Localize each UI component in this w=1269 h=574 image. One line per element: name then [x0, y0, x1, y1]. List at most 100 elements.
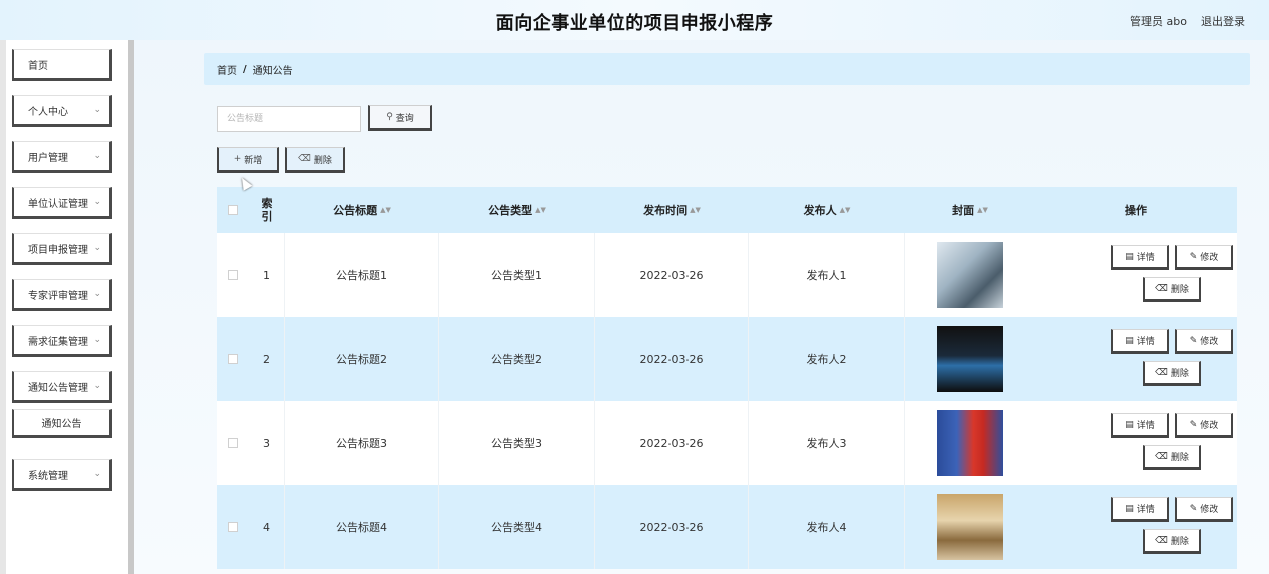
col-title[interactable]: 公告标题 ▲▼	[285, 187, 439, 233]
trash-icon: ⌫	[1155, 451, 1168, 462]
row-title: 公告标题2	[285, 317, 439, 401]
row-time: 2022-03-26	[595, 401, 749, 485]
sidebar-item-user-management[interactable]: 用户管理 ⌄	[12, 141, 112, 173]
row-checkbox[interactable]	[217, 233, 249, 317]
table-header: 索引 公告标题 ▲▼ 公告类型 ▲▼ 发布时间 ▲▼ 发布人 ▲▼ 封面 ▲▼	[217, 187, 1237, 233]
notice-table: 索引 公告标题 ▲▼ 公告类型 ▲▼ 发布时间 ▲▼ 发布人 ▲▼ 封面 ▲▼	[217, 187, 1237, 569]
detail-button[interactable]: ▤ 详情	[1111, 245, 1169, 270]
sidebar-item-label: 通知公告	[41, 419, 82, 430]
detail-button[interactable]: ▤ 详情	[1111, 413, 1169, 438]
edit-button[interactable]: ✎ 修改	[1175, 245, 1233, 270]
detail-label: 详情	[1136, 505, 1155, 515]
sidebar-item-expert-review[interactable]: 专家评审管理 ⌄	[12, 279, 112, 311]
trash-icon: ⌫	[1155, 283, 1168, 294]
logout-link[interactable]: 退出登录	[1201, 13, 1245, 29]
sidebar-item-home[interactable]: 首页	[12, 49, 112, 81]
sidebar-item-unit-auth[interactable]: 单位认证管理 ⌄	[12, 187, 112, 219]
breadcrumb-home[interactable]: 首页	[217, 62, 237, 77]
sidebar-item-project-apply[interactable]: 项目申报管理 ⌄	[12, 233, 112, 265]
row-type: 公告类型3	[439, 401, 595, 485]
document-icon: ▤	[1125, 503, 1134, 514]
batch-delete-button[interactable]: ⌫ 删除	[285, 147, 345, 173]
row-title: 公告标题4	[285, 485, 439, 569]
delete-button[interactable]: ⌫ 删除	[1143, 445, 1201, 470]
sidebar-item-system-management[interactable]: 系统管理 ⌄	[12, 459, 112, 491]
document-icon: ▤	[1125, 251, 1134, 262]
sidebar-item-demand-collect[interactable]: 需求征集管理 ⌄	[12, 325, 112, 357]
delete-button[interactable]: ⌫ 删除	[1143, 277, 1201, 302]
col-type[interactable]: 公告类型 ▲▼	[439, 187, 595, 233]
document-icon: ▤	[1125, 335, 1134, 346]
delete-label: 删除	[1170, 537, 1189, 547]
row-author: 发布人4	[749, 485, 905, 569]
edit-button[interactable]: ✎ 修改	[1175, 413, 1233, 438]
sort-icon: ▲▼	[839, 206, 851, 214]
row-checkbox[interactable]	[217, 317, 249, 401]
table-row: 1 公告标题1 公告类型1 2022-03-26 发布人1 ▤ 详情 ✎ 修改 ⌫ 删…	[217, 233, 1237, 317]
select-all-checkbox[interactable]	[217, 187, 249, 233]
row-ops: ▤ 详情 ✎ 修改 ⌫ 删除	[1035, 317, 1237, 401]
detail-button[interactable]: ▤ 详情	[1111, 497, 1169, 522]
pencil-icon: ✎	[1189, 251, 1198, 262]
delete-button[interactable]: ⌫ 删除	[1143, 529, 1201, 554]
edit-button[interactable]: ✎ 修改	[1175, 329, 1233, 354]
sidebar-item-personal-center[interactable]: 个人中心 ⌄	[12, 95, 112, 127]
add-button[interactable]: + 新增	[217, 147, 279, 173]
delete-button[interactable]: ⌫ 删除	[1143, 361, 1201, 386]
app-title: 面向企事业单位的项目申报小程序	[495, 13, 774, 34]
edit-button[interactable]: ✎ 修改	[1175, 497, 1233, 522]
chevron-down-icon: ⌄	[93, 335, 101, 345]
edit-label: 修改	[1200, 421, 1219, 431]
chevron-down-icon: ⌄	[93, 243, 101, 253]
top-header: 面向企事业单位的项目申报小程序 管理员 abo 退出登录	[0, 0, 1269, 40]
row-checkbox[interactable]	[217, 485, 249, 569]
breadcrumb-separator: /	[243, 63, 247, 75]
sidebar-item-notice-management[interactable]: 通知公告管理 ⌄	[12, 371, 112, 403]
row-time: 2022-03-26	[595, 233, 749, 317]
row-author: 发布人1	[749, 233, 905, 317]
row-time: 2022-03-26	[595, 317, 749, 401]
col-cover[interactable]: 封面 ▲▼	[905, 187, 1035, 233]
cover-image[interactable]	[937, 242, 1003, 308]
sidebar-item-label: 专家评审管理	[28, 290, 88, 302]
sort-icon: ▲▼	[535, 206, 546, 214]
search-button[interactable]: ⚲ 查询	[368, 105, 432, 131]
trash-icon: ⌫	[1155, 535, 1168, 546]
row-author: 发布人2	[749, 317, 905, 401]
row-checkbox[interactable]	[217, 401, 249, 485]
row-index: 3	[249, 401, 285, 485]
sort-icon: ▲▼	[380, 206, 391, 214]
row-author: 发布人3	[749, 401, 905, 485]
chevron-down-icon: ⌄	[93, 469, 101, 479]
col-ops: 操作	[1035, 187, 1237, 233]
table-row: 4 公告标题4 公告类型4 2022-03-26 发布人4 ▤ 详情 ✎ 修改 ⌫ 删…	[217, 485, 1237, 569]
row-index: 2	[249, 317, 285, 401]
cover-image[interactable]	[937, 494, 1003, 560]
sidebar-item-label: 单位认证管理	[28, 198, 88, 210]
search-input[interactable]	[217, 106, 361, 132]
breadcrumb-current: 通知公告	[252, 65, 293, 77]
delete-button-label: 删除	[313, 155, 332, 166]
row-title: 公告标题3	[285, 401, 439, 485]
current-user: 管理员 abo	[1130, 15, 1187, 28]
sidebar: 首页 个人中心 ⌄ 用户管理 ⌄ 单位认证管理 ⌄ 项目申报管理 ⌄ 专家评审管…	[0, 40, 134, 574]
table-row: 3 公告标题3 公告类型3 2022-03-26 发布人3 ▤ 详情 ✎ 修改 ⌫ 删…	[217, 401, 1237, 485]
trash-icon: ⌫	[1155, 367, 1168, 378]
col-type-label: 公告类型	[488, 204, 533, 217]
col-index-label: 索引	[261, 197, 273, 223]
row-ops: ▤ 详情 ✎ 修改 ⌫ 删除	[1035, 233, 1237, 317]
pencil-icon: ✎	[1189, 335, 1198, 346]
delete-label: 删除	[1170, 369, 1189, 379]
cover-image[interactable]	[937, 326, 1003, 392]
col-author-label: 发布人	[803, 204, 837, 217]
sidebar-subitem-notice[interactable]: 通知公告	[12, 409, 112, 438]
cover-image[interactable]	[937, 410, 1003, 476]
col-author[interactable]: 发布人 ▲▼	[749, 187, 905, 233]
detail-button[interactable]: ▤ 详情	[1111, 329, 1169, 354]
col-time[interactable]: 发布时间 ▲▼	[595, 187, 749, 233]
row-type: 公告类型4	[439, 485, 595, 569]
add-button-label: 新增	[244, 155, 263, 166]
chevron-down-icon: ⌄	[93, 197, 101, 207]
pencil-icon: ✎	[1189, 503, 1198, 514]
sidebar-item-label: 项目申报管理	[28, 244, 88, 256]
